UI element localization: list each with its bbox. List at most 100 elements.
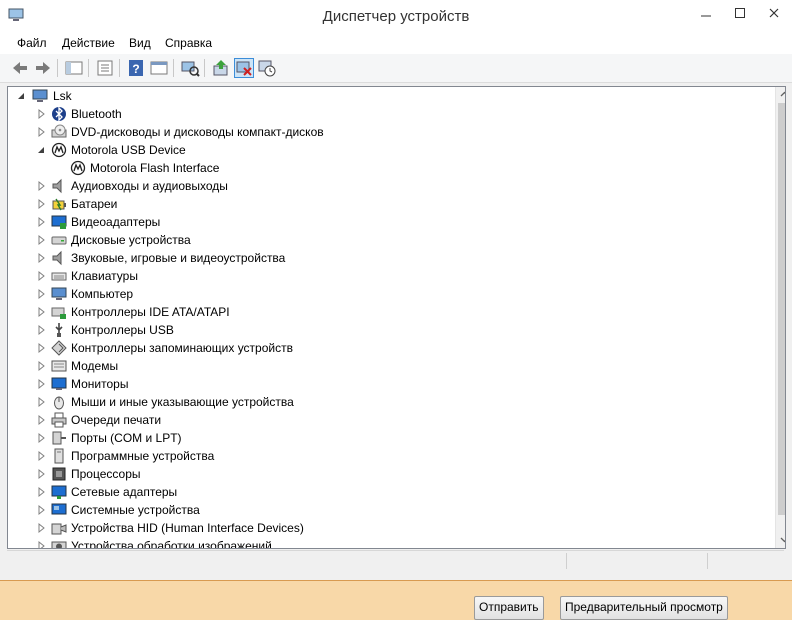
tree-root-label: Lsk (53, 89, 72, 103)
update-driver-button[interactable] (211, 58, 231, 78)
tree-category[interactable]: Мониторы (8, 375, 768, 393)
maximize-button[interactable] (724, 0, 758, 28)
collapse-arrow-icon[interactable] (17, 87, 27, 105)
tree-category[interactable]: Звуковые, игровые и видеоустройства (8, 249, 768, 267)
scroll-down-icon[interactable] (780, 535, 786, 544)
scroll-up-icon[interactable] (780, 90, 786, 99)
tree-category[interactable]: Компьютер (8, 285, 768, 303)
close-button[interactable] (758, 0, 792, 28)
menu-action[interactable]: Действие (62, 36, 115, 50)
tree-root[interactable]: Lsk (8, 87, 768, 105)
expand-arrow-icon[interactable] (37, 177, 47, 195)
expand-arrow-icon[interactable] (37, 123, 47, 141)
expand-arrow-icon[interactable] (37, 411, 47, 429)
tree-category[interactable]: Bluetooth (8, 105, 768, 123)
tree-category[interactable]: Очереди печати (8, 411, 768, 429)
tree-category[interactable]: Батареи (8, 195, 768, 213)
view-button[interactable] (149, 58, 169, 78)
tree-item-label: Устройства HID (Human Interface Devices) (71, 521, 304, 535)
tree-category[interactable]: Порты (COM и LPT) (8, 429, 768, 447)
update-driver-icon (213, 60, 228, 76)
svg-text:?: ? (132, 62, 139, 76)
uninstall-device-icon (258, 60, 276, 77)
toolbar: ? (0, 54, 792, 83)
expand-arrow-icon[interactable] (37, 447, 47, 465)
tree-category[interactable]: Мыши и иные указывающие устройства (8, 393, 768, 411)
toolbar-separator (204, 59, 205, 77)
expand-arrow-icon[interactable] (37, 195, 47, 213)
tree-category[interactable]: Процессоры (8, 465, 768, 483)
tree-category[interactable]: Аудиовходы и аудиовыходы (8, 177, 768, 195)
console-tree-icon (65, 61, 83, 75)
expand-arrow-icon[interactable] (37, 465, 47, 483)
tree-item-label: Компьютер (71, 287, 134, 301)
tree-category[interactable]: Контроллеры IDE ATA/ATAPI (8, 303, 768, 321)
expand-arrow-icon[interactable] (37, 357, 47, 375)
menu-view[interactable]: Вид (129, 36, 151, 50)
tree-item-label: Процессоры (71, 467, 141, 481)
expand-arrow-icon[interactable] (37, 537, 47, 549)
expand-arrow-icon[interactable] (37, 249, 47, 267)
menu-help[interactable]: Справка (165, 36, 212, 50)
preview-button[interactable]: Предварительный просмотр (560, 596, 728, 620)
scrollbar-thumb[interactable] (778, 103, 785, 515)
maximize-icon (735, 8, 745, 18)
tree-category[interactable]: Системные устройства (8, 501, 768, 519)
tree-category[interactable]: Клавиатуры (8, 267, 768, 285)
disable-device-button[interactable] (234, 58, 254, 78)
tree-child-item[interactable]: Motorola Flash Interface (8, 159, 768, 177)
console-tree-button[interactable] (64, 58, 84, 78)
expand-arrow-icon[interactable] (37, 303, 47, 321)
tree-item-label: Устройства обработки изображений (71, 539, 272, 549)
expand-arrow-icon[interactable] (37, 321, 47, 339)
back-button[interactable] (10, 58, 30, 78)
tree-category[interactable]: Motorola USB Device (8, 141, 768, 159)
tree-category[interactable]: Устройства обработки изображений (8, 537, 768, 549)
usb-icon (55, 323, 63, 337)
expand-arrow-icon[interactable] (37, 285, 47, 303)
tree-item-label: Мыши и иные указывающие устройства (71, 395, 294, 409)
expand-arrow-icon[interactable] (37, 501, 47, 519)
forward-icon (36, 62, 50, 74)
expand-arrow-icon[interactable] (37, 375, 47, 393)
properties-button[interactable] (95, 58, 115, 78)
expand-arrow-icon[interactable] (37, 519, 47, 537)
title-bar[interactable]: Диспетчер устройств (0, 0, 792, 32)
battery-icon (52, 198, 66, 211)
tree-category[interactable]: Контроллеры запоминающих устройств (8, 339, 768, 357)
tree-category[interactable]: DVD-дисководы и дисководы компакт-дисков (8, 123, 768, 141)
send-button[interactable]: Отправить (474, 596, 544, 620)
expand-arrow-icon[interactable] (37, 231, 47, 249)
expand-arrow-icon[interactable] (37, 393, 47, 411)
scan-hardware-button[interactable] (180, 58, 200, 78)
tree-category[interactable]: Модемы (8, 357, 768, 375)
expand-arrow-icon[interactable] (37, 267, 47, 285)
minimize-button[interactable] (690, 0, 724, 28)
expand-arrow-icon[interactable] (37, 429, 47, 447)
help-button[interactable]: ? (126, 58, 146, 78)
vertical-scrollbar[interactable] (775, 87, 786, 548)
display-adapter-icon (51, 215, 67, 229)
imaging-device-icon (51, 541, 67, 548)
expand-arrow-icon[interactable] (37, 483, 47, 501)
expand-arrow-icon[interactable] (37, 339, 47, 357)
dvd-drive-icon (51, 124, 67, 138)
uninstall-device-button[interactable] (257, 58, 277, 78)
tree-category[interactable]: Видеоадаптеры (8, 213, 768, 231)
forward-button[interactable] (33, 58, 53, 78)
menu-file[interactable]: Файл (17, 36, 47, 50)
mouse-icon (54, 396, 64, 410)
expand-arrow-icon[interactable] (37, 213, 47, 231)
tree-category[interactable]: Дисковые устройства (8, 231, 768, 249)
collapse-arrow-icon[interactable] (37, 141, 47, 159)
computer-icon (51, 287, 67, 300)
ide-controller-icon (51, 307, 66, 319)
tree-category[interactable]: Программные устройства (8, 447, 768, 465)
tree-category[interactable]: Устройства HID (Human Interface Devices) (8, 519, 768, 537)
device-tree[interactable]: Lsk Bluetooth DVD-дисководы и дисководы ко… (7, 86, 786, 549)
expand-arrow-icon[interactable] (37, 105, 47, 123)
tree-category[interactable]: Контроллеры USB (8, 321, 768, 339)
toolbar-separator (119, 59, 120, 77)
tree-category[interactable]: Сетевые адаптеры (8, 483, 768, 501)
keyboard-icon (51, 272, 67, 281)
